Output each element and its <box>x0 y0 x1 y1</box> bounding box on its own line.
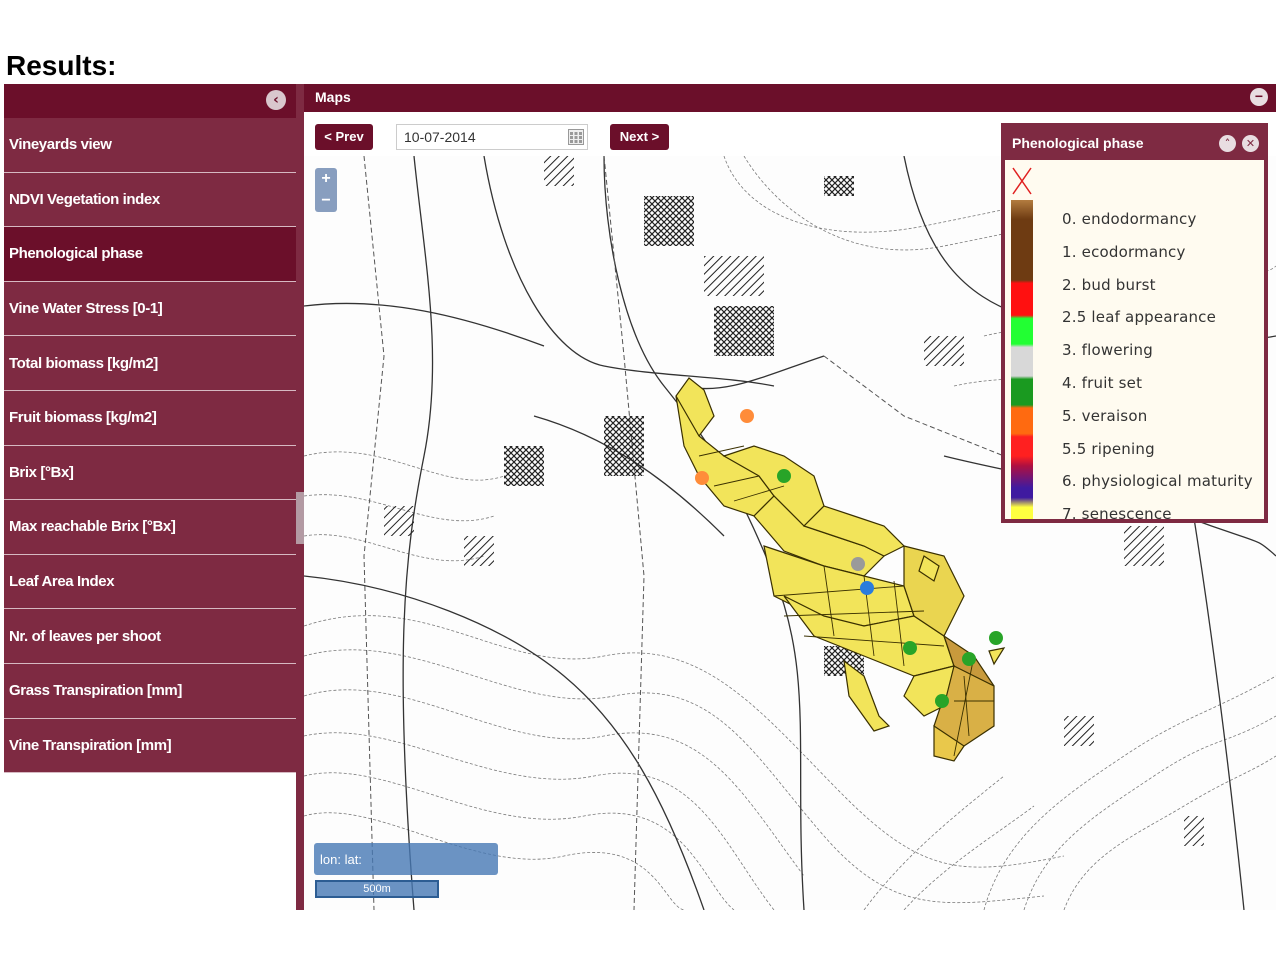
legend-entry: 5. veraison <box>1062 406 1148 425</box>
zoom-out-button[interactable]: − <box>315 190 337 212</box>
results-heading: Results: <box>6 50 117 81</box>
sidebar-list: Vineyards view NDVI Vegetation index Phe… <box>4 118 296 774</box>
legend-panel: Phenological phase ˄ ✕ 0. endodormancy 1… <box>1001 123 1268 523</box>
scale-bar: 500m <box>315 880 439 898</box>
no-data-icon <box>1012 167 1032 195</box>
sidebar-item-vine-water-stress[interactable]: Vine Water Stress [0-1] <box>4 282 296 337</box>
legend-entry: 4. fruit set <box>1062 373 1143 392</box>
sidebar-item-fruit-biomass[interactable]: Fruit biomass [kg/m2] <box>4 391 296 446</box>
legend-color-scale <box>1011 200 1033 519</box>
legend-entry: 5.5 ripening <box>1062 439 1155 458</box>
legend-entry: 0. endodormancy <box>1062 210 1197 228</box>
zoom-in-button[interactable]: + <box>315 168 337 190</box>
minus-circle-icon[interactable]: − <box>1250 88 1268 106</box>
legend-entry: 7. senescence <box>1062 505 1172 519</box>
sidebar-item-brix[interactable]: Brix [°Bx] <box>4 446 296 501</box>
legend-entry: 2.5 leaf appearance <box>1062 308 1217 327</box>
splitter-handle[interactable] <box>296 492 304 544</box>
legend-list: 0. endodormancy 1. ecodormancy 2. bud bu… <box>1062 210 1253 519</box>
zoom-control: + − <box>315 168 337 212</box>
sidebar-item-total-biomass[interactable]: Total biomass [kg/m2] <box>4 336 296 391</box>
sidebar-item-ndvi[interactable]: NDVI Vegetation index <box>4 173 296 228</box>
prev-date-button[interactable]: < Prev <box>315 124 373 150</box>
legend-entry: 1. ecodormancy <box>1062 242 1186 261</box>
chevron-up-circle-icon[interactable]: ˄ <box>1219 135 1236 152</box>
chevron-left-circle-icon[interactable]: ‹ <box>266 90 286 110</box>
calendar-icon[interactable] <box>568 129 584 145</box>
legend-entry: 3. flowering <box>1062 341 1153 360</box>
close-circle-icon[interactable]: ✕ <box>1242 135 1259 152</box>
sidebar-item-phenological-phase[interactable]: Phenological phase <box>4 227 296 282</box>
maps-panel-header: Maps − <box>304 84 1276 112</box>
sidebar-item-leaves-per-shoot[interactable]: Nr. of leaves per shoot <box>4 609 296 664</box>
legend-entry: 6. physiological maturity <box>1062 472 1253 491</box>
legend-entry: 2. bud burst <box>1062 275 1156 294</box>
legend-title: Phenological phase <box>1012 135 1144 151</box>
sidebar-item-max-brix[interactable]: Max reachable Brix [°Bx] <box>4 500 296 555</box>
legend-body: 0. endodormancy 1. ecodormancy 2. bud bu… <box>1005 160 1264 519</box>
sidebar-item-grass-transpiration[interactable]: Grass Transpiration [mm] <box>4 664 296 719</box>
coordinate-readout: lon: lat: <box>314 843 498 875</box>
sidebar-item-leaf-area-index[interactable]: Leaf Area Index <box>4 555 296 610</box>
next-date-button[interactable]: Next > <box>610 124 669 150</box>
sidebar-item-vineyards-view[interactable]: Vineyards view <box>4 118 296 173</box>
date-field[interactable]: 10-07-2014 <box>396 124 588 150</box>
sidebar-header: ‹ <box>4 84 296 118</box>
sidebar-item-vine-transpiration[interactable]: Vine Transpiration [mm] <box>4 719 296 774</box>
legend-header: Phenological phase ˄ ✕ <box>1005 127 1264 160</box>
maps-title: Maps <box>315 89 351 105</box>
layer-sidebar: ‹ Vineyards view NDVI Vegetation index P… <box>4 84 296 774</box>
